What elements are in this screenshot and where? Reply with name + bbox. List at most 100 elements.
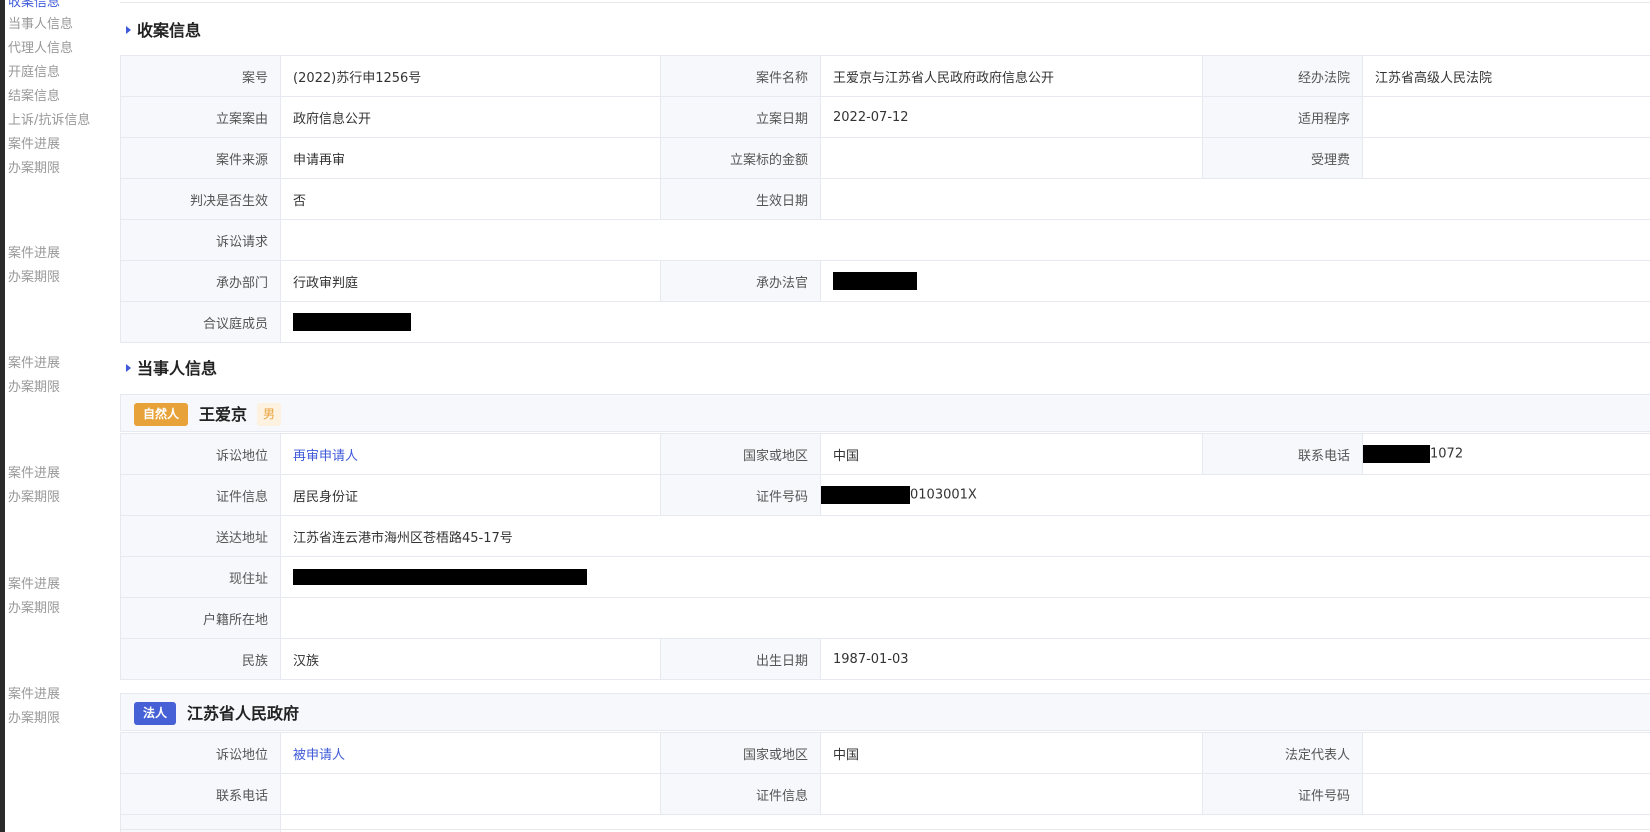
case-name-value: 王爱京与江苏省人民政府政府信息公开 [820, 55, 1203, 97]
field-label: 证件号码 [1202, 773, 1363, 815]
field-label: 立案标的金额 [660, 137, 821, 179]
table-row: 证件信息 居民身份证 证件号码 0103001X [120, 474, 1650, 516]
table-row: 判决是否生效 否 生效日期 [120, 178, 1650, 220]
nav-item-appeal[interactable]: 上诉/抗诉信息 [8, 113, 90, 129]
department-value: 行政审判庭 [280, 260, 661, 302]
nav-item-deadline[interactable]: 办案期限 [8, 270, 60, 286]
case-number-value: (2022)苏行申1256号 [280, 55, 661, 97]
litigation-status-link[interactable]: 被申请人 [293, 748, 345, 763]
natural-person-badge: 自然人 [134, 403, 189, 426]
field-label: 户籍所在地 [120, 597, 281, 639]
gender-badge: 男 [257, 403, 282, 426]
nav-item-deadline[interactable]: 办案期限 [8, 161, 60, 177]
court-value: 江苏省高级人民法院 [1362, 55, 1650, 97]
table-row: 诉讼地位 再审申请人 国家或地区 中国 联系电话 1072 [120, 433, 1650, 475]
party-header-person: 自然人 王爱京 男 [120, 394, 1650, 432]
litigation-status-value: 被申请人 [280, 732, 661, 774]
field-label: 证件信息 [120, 474, 281, 516]
field-label: 诉讼地位 [120, 732, 281, 774]
nav-item-progress[interactable]: 案件进展 [8, 577, 60, 593]
id-type-value [820, 773, 1203, 815]
hukou-value [280, 597, 1650, 639]
phone-value [280, 773, 661, 815]
field-label: 现住址 [120, 556, 281, 598]
field-label: 案件名称 [660, 55, 821, 97]
redaction-block [293, 569, 587, 585]
table-row: 立案案由 政府信息公开 立案日期 2022-07-12 适用程序 [120, 96, 1650, 138]
litigation-status-link[interactable]: 再审申请人 [293, 449, 358, 464]
nav-item-agents[interactable]: 代理人信息 [8, 41, 73, 57]
field-label: 证件信息 [660, 773, 821, 815]
section-title-parties: 当事人信息 [126, 358, 217, 380]
org-info-table: 诉讼地位 被申请人 国家或地区 中国 法定代表人 联系电话 证件信息 证件号码 [120, 732, 1650, 832]
field-label: 民族 [120, 638, 281, 680]
nav-item-progress[interactable]: 案件进展 [8, 356, 60, 372]
nav-item-deadline[interactable]: 办案期限 [8, 601, 60, 617]
amount-value [820, 137, 1203, 179]
redaction-block [1363, 445, 1430, 463]
nav-item-case-filing[interactable]: 收案信息 [8, 0, 60, 11]
litigation-status-value: 再审申请人 [280, 433, 661, 475]
triangle-right-icon [126, 364, 131, 372]
field-label: 经办法院 [1202, 55, 1363, 97]
field-label: 立案日期 [660, 96, 821, 138]
delivery-address-value: 江苏省连云港市海州区苍梧路45-17号 [280, 515, 1650, 557]
triangle-right-icon [126, 26, 131, 34]
effective-date-value [820, 178, 1650, 220]
ethnicity-value: 汉族 [280, 638, 661, 680]
nav-item-deadline[interactable]: 办案期限 [8, 490, 60, 506]
birth-date-value: 1987-01-03 [820, 638, 1650, 680]
case-info-table: 案号 (2022)苏行申1256号 案件名称 王爱京与江苏省人民政府政府信息公开… [120, 55, 1650, 343]
residence-value [280, 556, 1650, 598]
field-label: 国家或地区 [660, 433, 821, 475]
cause-value: 政府信息公开 [280, 96, 661, 138]
nav-item-deadline[interactable]: 办案期限 [8, 711, 60, 727]
id-type-value: 居民身份证 [280, 474, 661, 516]
field-label: 判决是否生效 [120, 178, 281, 220]
phone-value: 1072 [1362, 433, 1650, 475]
table-row: 民族 汉族 出生日期 1987-01-03 [120, 638, 1650, 680]
id-number-value: 0103001X [820, 474, 1650, 516]
nav-item-progress[interactable]: 案件进展 [8, 466, 60, 482]
nav-item-deadline[interactable]: 办案期限 [8, 380, 60, 396]
nav-item-parties[interactable]: 当事人信息 [8, 17, 73, 33]
panel-value [280, 301, 1650, 343]
redaction-block [821, 486, 910, 504]
legal-rep-value [1362, 732, 1650, 774]
field-label: 案号 [120, 55, 281, 97]
field-label: 生效日期 [660, 178, 821, 220]
nav-item-closing[interactable]: 结案信息 [8, 89, 60, 105]
nav-item-progress[interactable]: 案件进展 [8, 246, 60, 262]
table-row: 承办部门 行政审判庭 承办法官 [120, 260, 1650, 302]
sidebar-nav: 收案信息 当事人信息 代理人信息 开庭信息 结案信息 上诉/抗诉信息 案件进展 … [5, 0, 120, 832]
nav-item-progress[interactable]: 案件进展 [8, 137, 60, 153]
effective-value: 否 [280, 178, 661, 220]
field-label: 合议庭成员 [120, 301, 281, 343]
table-row: 诉讼请求 [120, 219, 1650, 261]
table-row: 送达地址 江苏省连云港市海州区苍梧路45-17号 [120, 515, 1650, 557]
section-title-case-filing: 收案信息 [126, 20, 201, 42]
judge-value [820, 260, 1650, 302]
table-row: 联系电话 证件信息 证件号码 [120, 773, 1650, 815]
field-label: 送达地址 [120, 515, 281, 557]
table-row: 诉讼地位 被申请人 国家或地区 中国 法定代表人 [120, 732, 1650, 774]
field-label: 诉讼地位 [120, 433, 281, 475]
field-label: 联系电话 [1202, 433, 1363, 475]
field-label: 受理费 [1202, 137, 1363, 179]
field-label: 承办法官 [660, 260, 821, 302]
table-row: 户籍所在地 [120, 597, 1650, 639]
party-name: 江苏省人民政府 [187, 704, 300, 723]
table-row: 案件来源 申请再审 立案标的金额 受理费 [120, 137, 1650, 179]
redaction-block [293, 313, 411, 331]
nav-item-hearing[interactable]: 开庭信息 [8, 65, 60, 81]
claim-value [280, 219, 1650, 261]
field-label: 国家或地区 [660, 732, 821, 774]
legal-person-badge: 法人 [134, 702, 177, 725]
id-number-value [1362, 773, 1650, 815]
field-label: 案件来源 [120, 137, 281, 179]
person-info-table: 诉讼地位 再审申请人 国家或地区 中国 联系电话 1072 证件信息 居民身份证… [120, 433, 1650, 680]
nav-item-progress[interactable]: 案件进展 [8, 687, 60, 703]
field-label: 立案案由 [120, 96, 281, 138]
main-content: 收案信息 案号 (2022)苏行申1256号 案件名称 王爱京与江苏省人民政府政… [120, 0, 1650, 832]
field-label: 适用程序 [1202, 96, 1363, 138]
